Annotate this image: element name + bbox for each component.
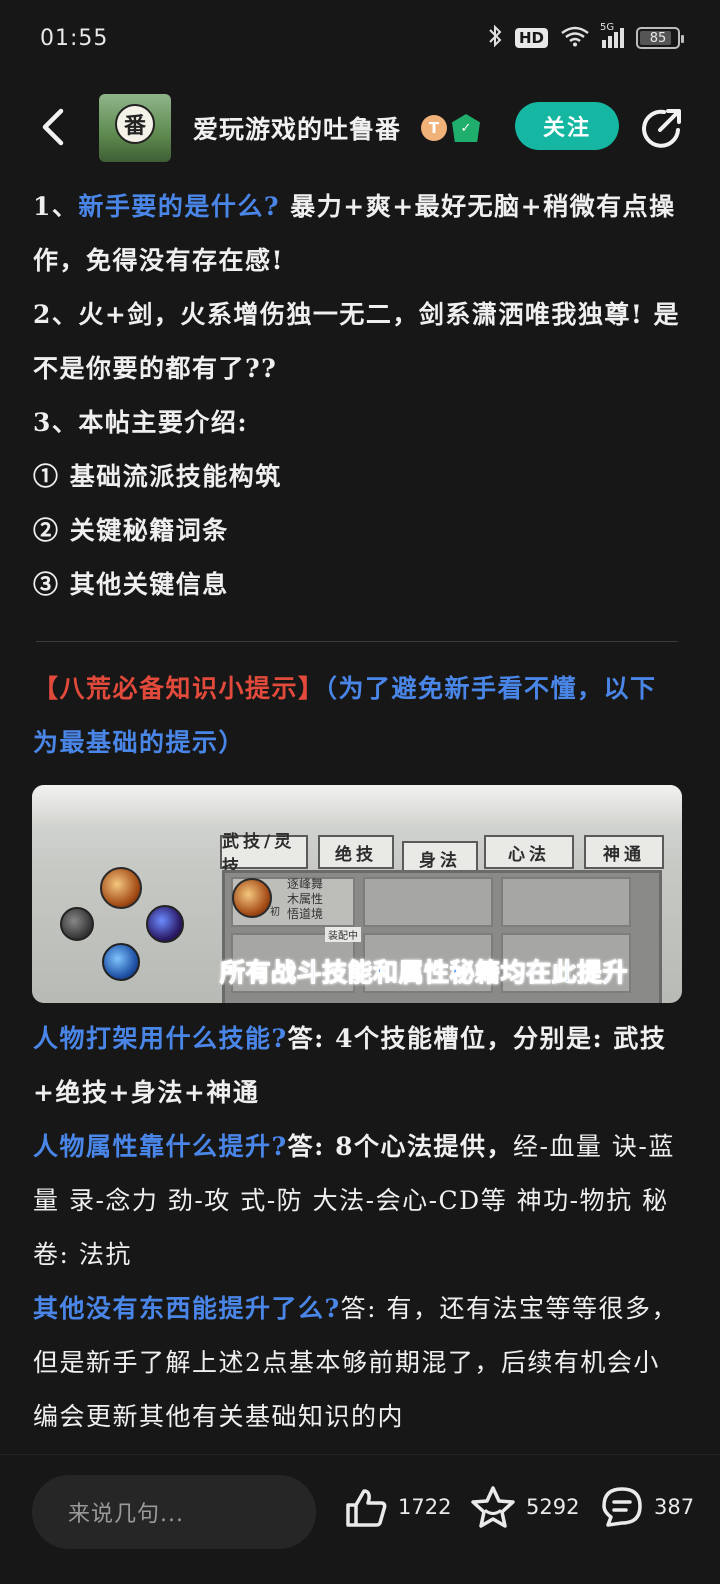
qa-item-1: 人物打架用什么技能?答: 4个技能槽位，分别是: 武技+绝技+身法+神通 <box>33 1012 683 1120</box>
share-icon <box>642 109 681 148</box>
bottom-action-bar: 来说几句... 1722 5292 387 <box>0 1454 720 1584</box>
favorite-button[interactable]: 5292 <box>470 1485 579 1529</box>
game-tab-1: 武技/灵技 <box>220 832 308 877</box>
intro-paragraph-2: 2、火+剑，火系增伤独一无二，剑系潇洒唯我独尊! 是不是你要的都有了?? <box>33 300 681 383</box>
skill-info: 逐峰舞 木属性 悟道境 <box>287 877 323 922</box>
comment-button[interactable]: 387 <box>600 1485 694 1529</box>
comment-count: 387 <box>654 1495 695 1519</box>
image-caption: 所有战斗技能和属性秘籍均在此提升 <box>219 958 629 988</box>
skill-orb-blue <box>102 943 140 981</box>
game-tab-2: 绝技 <box>318 835 394 869</box>
tips-heading: 【八荒必备知识小提示】（为了避免新手看不懂，以下为最基础的提示） <box>33 662 683 770</box>
qa-question-2: 人物属性靠什么提升? <box>33 1132 288 1161</box>
intro-list-item-2: ② 关键秘籍词条 <box>33 516 229 545</box>
level-badge: T <box>421 115 447 141</box>
comment-input[interactable]: 来说几句... <box>32 1475 316 1549</box>
star-icon <box>471 1486 515 1528</box>
back-icon <box>42 108 64 146</box>
intro-list-item-3: ③ 其他关键信息 <box>33 570 229 599</box>
thumbs-up-icon <box>346 1489 387 1527</box>
signal-icon: 5G <box>600 22 624 48</box>
battery-icon: 85 <box>636 27 684 49</box>
hd-badge: HD <box>514 28 548 48</box>
game-tab-5: 神通 <box>584 835 664 869</box>
favorite-count: 5292 <box>526 1495 580 1519</box>
network-label: 5G <box>600 22 615 33</box>
qa-answer-2-label: 答: 8个心法提供， <box>287 1132 513 1161</box>
status-time: 01:55 <box>40 26 109 51</box>
skill-orb-purple <box>146 905 184 943</box>
like-button[interactable]: 1722 <box>344 1485 451 1529</box>
qa-section: 人物打架用什么技能?答: 4个技能槽位，分别是: 武技+绝技+身法+神通 人物属… <box>33 1012 683 1444</box>
skill-info-line-3: 悟道境 <box>287 907 324 921</box>
status-icons: HD 5G 85 <box>487 22 684 52</box>
skill-info-line-2: 木属性 <box>287 892 324 906</box>
intro-p1-prefix: 1、 <box>33 192 79 221</box>
qa-item-3: 其他没有东西能提升了么?答: 有，还有法宝等等很多，但是新手了解上述2点基本够前… <box>33 1282 683 1444</box>
battery-text: 85 <box>649 30 667 46</box>
post-intro: 1、新手要的是什么? 暴力+爽+最好无脑+稍微有点操作，免得没有存在感! 2、火… <box>33 180 683 612</box>
game-tab-4: 心法 <box>484 835 574 869</box>
intro-paragraph-1: 1、新手要的是什么? 暴力+爽+最好无脑+稍微有点操作，免得没有存在感! <box>33 180 683 288</box>
intro-paragraph-3: 3、本帖主要介绍: <box>33 408 249 437</box>
content-divider <box>36 641 678 642</box>
game-screenshot-image[interactable]: 武技/灵技 绝技 身法 心法 神通 初 逐峰舞 木属性 悟道境 装配中 所有战斗… <box>32 785 682 1003</box>
like-count: 1722 <box>398 1495 452 1519</box>
skill-level-tag: 初 <box>270 907 280 918</box>
share-button[interactable] <box>638 106 684 152</box>
equipped-tag: 装配中 <box>325 927 361 942</box>
ink-wash-background <box>32 785 682 825</box>
wifi-icon <box>560 25 590 51</box>
intro-list-item-1: ① 基础流派技能构筑 <box>33 462 282 491</box>
skill-slot-3 <box>501 877 631 927</box>
avatar-face: 番 <box>115 104 155 144</box>
back-button[interactable] <box>30 104 76 150</box>
tips-title: 【八荒必备知识小提示】 <box>33 674 325 703</box>
skill-slot-2 <box>363 877 493 927</box>
skill-orb-fire <box>100 867 142 909</box>
post-header: 番 爱玩游戏的吐鲁番 T ✓ 关注 <box>0 88 720 168</box>
skill-slot-orb <box>232 878 272 918</box>
qa-question-3: 其他没有东西能提升了么? <box>33 1294 341 1323</box>
skill-info-line-1: 逐峰舞 <box>287 877 324 891</box>
comment-icon <box>602 1487 642 1527</box>
qa-question-1: 人物打架用什么技能? <box>33 1024 288 1053</box>
username[interactable]: 爱玩游戏的吐鲁番 <box>193 110 401 146</box>
intro-p1-question: 新手要的是什么? <box>78 192 281 221</box>
follow-button[interactable]: 关注 <box>515 102 619 150</box>
avatar[interactable]: 番 <box>99 94 171 162</box>
qa-item-2: 人物属性靠什么提升?答: 8个心法提供，经-血量 诀-蓝量 录-念力 劲-攻 式… <box>33 1120 683 1282</box>
user-badge-icon: ✓ <box>452 114 480 142</box>
skill-orb-gray <box>60 907 94 941</box>
avatar-text: 番 <box>123 113 146 139</box>
bluetooth-icon <box>487 24 503 52</box>
status-bar: 01:55 HD 5G 85 <box>0 0 720 80</box>
